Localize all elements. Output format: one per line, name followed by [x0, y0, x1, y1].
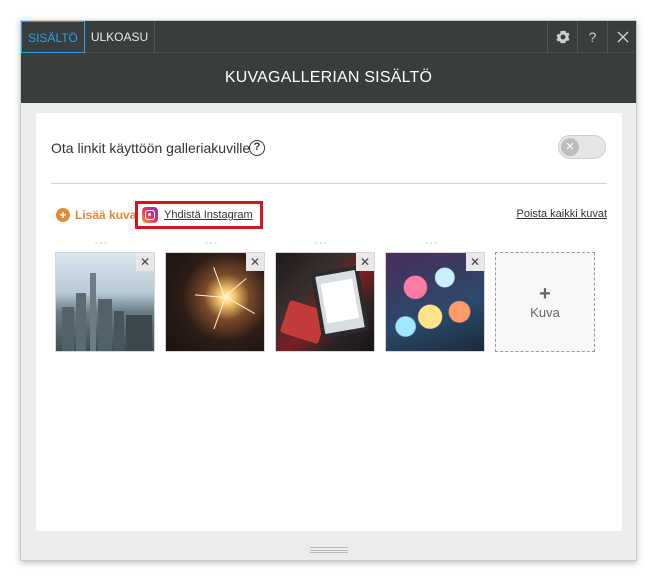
add-image-tile[interactable]: + Kuva [495, 252, 595, 352]
connect-instagram-label: Yhdistä Instagram [164, 209, 253, 221]
image-detail [62, 307, 74, 351]
instagram-icon [142, 207, 158, 223]
divider [51, 183, 607, 184]
remove-image-button[interactable]: ✕ [466, 253, 484, 271]
remove-image-button[interactable]: ✕ [246, 253, 264, 271]
gear-icon [555, 30, 570, 44]
help-button[interactable]: ? [577, 21, 607, 53]
help-label: ? [588, 29, 597, 45]
gallery-image-bokeh-lights[interactable]: ✕ [385, 252, 485, 352]
tab-bar: SISÄLTÖ ULKOASU ? [21, 21, 636, 53]
x-icon: ✕ [561, 138, 579, 156]
help-circle-icon[interactable]: ? [249, 140, 265, 156]
image-detail [213, 297, 226, 330]
gallery-image-sparkler[interactable]: ✕ [165, 252, 265, 352]
add-image-label: Lisää kuva [75, 208, 137, 222]
remove-image-button[interactable]: ✕ [356, 253, 374, 271]
settings-button[interactable] [547, 21, 577, 53]
image-detail [194, 294, 225, 299]
connect-instagram-button[interactable]: Yhdistä Instagram [135, 201, 263, 229]
drag-handle-icon[interactable]: ▫▫▫ [425, 240, 445, 247]
image-detail [212, 267, 225, 298]
image-detail [320, 278, 360, 324]
gallery-content-dialog: SISÄLTÖ ULKOASU ? KUVAGALLERIAN SISÄLTÖ … [20, 20, 637, 561]
image-detail [76, 293, 86, 351]
image-detail [224, 296, 255, 315]
add-image-tile-label: Kuva [530, 304, 560, 320]
drag-handle-icon[interactable]: ▫▫▫ [205, 240, 225, 247]
image-detail [224, 278, 247, 298]
resize-handle[interactable] [310, 547, 348, 553]
enable-links-label: Ota linkit käyttöön galleriakuville [51, 140, 251, 156]
plus-icon: + [539, 282, 551, 305]
plus-circle-icon: + [56, 208, 70, 222]
tab-sisalto[interactable]: SISÄLTÖ [21, 21, 85, 53]
image-detail [90, 273, 96, 351]
image-detail [98, 299, 112, 351]
close-button[interactable] [607, 21, 637, 53]
close-icon [617, 31, 628, 43]
add-image-button[interactable]: + Lisää kuva [56, 206, 136, 224]
gallery-image-tablet-and-phone[interactable]: ✕ [275, 252, 375, 352]
drag-handle-icon[interactable]: ▫▫▫ [95, 240, 115, 247]
enable-links-toggle[interactable]: ✕ [558, 135, 606, 159]
image-detail [126, 315, 152, 351]
content-panel: Ota linkit käyttöön galleriakuville ? ✕ … [36, 113, 622, 531]
gallery-image-city-skyline[interactable]: ✕ [55, 252, 155, 352]
drag-handle-icon[interactable]: ▫▫▫ [315, 240, 335, 247]
image-detail [310, 265, 370, 339]
image-actions-row: + Lisää kuva Yhdistä Instagram Poista ka… [51, 201, 607, 231]
enable-links-row: Ota linkit käyttöön galleriakuville ? ✕ [51, 135, 607, 163]
remove-all-images-link[interactable]: Poista kaikki kuvat [517, 208, 607, 220]
tab-ulkoasu[interactable]: ULKOASU [85, 21, 155, 53]
image-detail [114, 311, 124, 351]
page-title: KUVAGALLERIAN SISÄLTÖ [21, 53, 636, 103]
remove-image-button[interactable]: ✕ [136, 253, 154, 271]
